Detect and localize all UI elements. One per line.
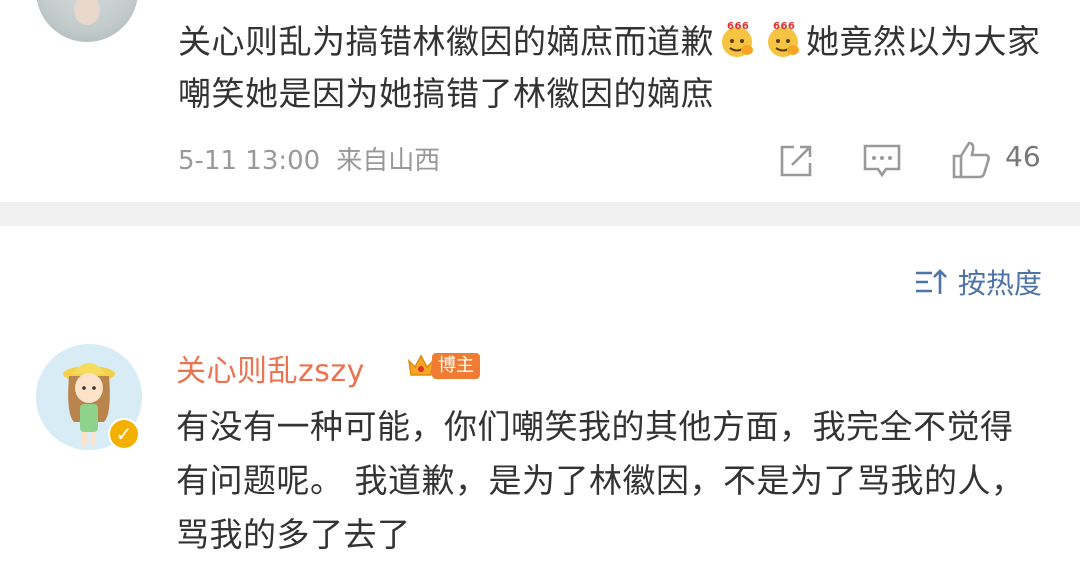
section-divider — [0, 202, 1080, 226]
emoji-666-icon: 666 — [722, 21, 753, 57]
comment-meta: 5-11 13:00 来自山西 — [178, 140, 456, 177]
comment-card: 关心则乱为搞错林徽因的嫡庶而道歉 666 666 她竟然以为大家嘲笑她是因为她搞… — [0, 0, 1080, 202]
emoji-666-icon: 666 — [768, 21, 799, 57]
like-icon[interactable] — [950, 140, 992, 180]
svg-text:666: 666 — [773, 21, 795, 32]
blogger-badge: 博主 — [406, 350, 480, 382]
verified-badge-icon: ✓ — [108, 418, 140, 450]
svg-text:666: 666 — [727, 21, 749, 32]
badge-label: 博主 — [432, 353, 480, 379]
sort-label: 按热度 — [957, 267, 1042, 300]
comment-text: 关心则乱为搞错林徽因的嫡庶而道歉 666 666 她竟然以为大家嘲笑她是因为她搞… — [178, 16, 1058, 120]
reply-username[interactable]: 关心则乱zszy — [176, 346, 365, 390]
location: 来自山西 — [336, 146, 441, 176]
timestamp: 5-11 13:00 — [178, 146, 321, 176]
avatar[interactable] — [36, 0, 138, 42]
sort-button[interactable]: 按热度 — [914, 262, 1042, 302]
comment-text-part1: 关心则乱为搞错林徽因的嫡庶而道歉 — [178, 22, 714, 61]
reply-text: 有没有一种可能，你们嘲笑我的其他方面，我完全不觉得有问题呢。 我道歉，是为了林徽… — [176, 407, 1025, 554]
sort-icon — [915, 269, 947, 294]
comment-icon[interactable] — [862, 143, 902, 179]
like-count: 46 — [1005, 140, 1041, 173]
share-icon[interactable] — [778, 143, 814, 179]
